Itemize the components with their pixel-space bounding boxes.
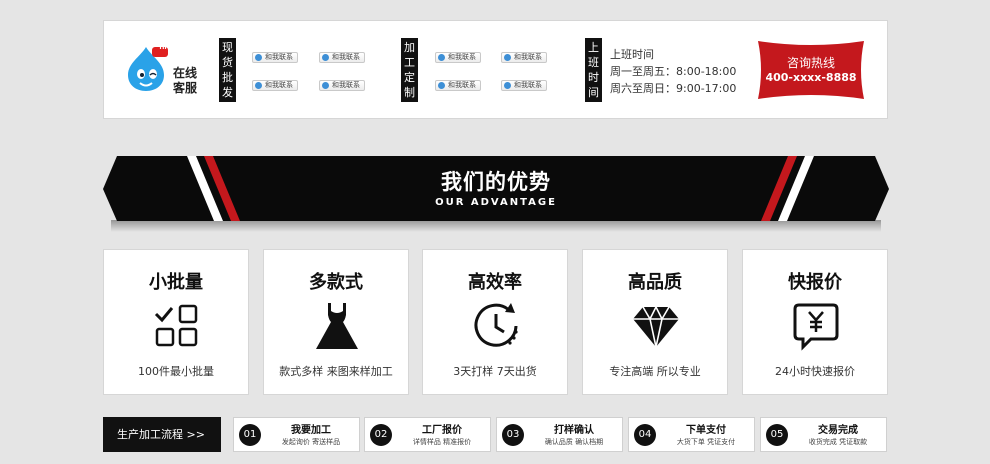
diamond-icon	[633, 305, 679, 348]
yen-chat-icon	[793, 303, 839, 351]
work-hours-label: 上班时间	[585, 38, 602, 102]
clock-icon	[474, 303, 518, 347]
step-title: 我要加工	[291, 425, 331, 436]
hours-weekday: 周一至周五：8:00-18:00	[610, 65, 737, 78]
qq-contact-button[interactable]: 和我联系	[435, 52, 481, 63]
process-step: 01 我要加工 发起询价 寄送样品	[233, 417, 360, 452]
qq-icon	[255, 82, 262, 89]
process-label: 生产加工流程 >>	[103, 417, 221, 452]
feature-card-efficiency: 高效率 3天打样 7天出货	[422, 249, 568, 395]
step-desc: 收货完成 凭证取款	[808, 438, 868, 446]
qq-contact-button[interactable]: 和我联系	[501, 52, 547, 63]
feature-desc: 24小时快速报价	[775, 365, 855, 378]
hours-weekend: 周六至周日：9:00-17:00	[610, 82, 737, 95]
qq-icon	[504, 82, 511, 89]
feature-title: 高品质	[628, 272, 682, 293]
qq-icon	[504, 54, 511, 61]
feature-desc: 专注高端 所以专业	[609, 365, 701, 378]
qq-contact-button[interactable]: 和我联系	[252, 52, 298, 63]
feature-desc: 3天打样 7天出货	[453, 365, 537, 378]
hotline-title: 咨询热线	[786, 56, 835, 70]
step-title: 下单支付	[686, 425, 726, 436]
feature-title: 多款式	[309, 272, 363, 293]
feature-card-quote: 快报价 24小时快速报价	[742, 249, 888, 395]
mascot-badge: HI	[159, 44, 167, 51]
process-step: 02 工厂报价 详情样品 精准报价	[364, 417, 491, 452]
step-number: 04	[634, 424, 656, 446]
qq-icon	[322, 82, 329, 89]
process-step: 03 打样确认 确认品质 确认档期	[496, 417, 623, 452]
qq-icon	[438, 54, 445, 61]
hotline-badge[interactable]: 咨询热线 400-xxxx-8888	[754, 39, 868, 101]
step-desc: 详情样品 精准报价	[412, 438, 472, 446]
step-number: 01	[239, 424, 261, 446]
contact-bar: HI 在线客服 现货批发 和我联系 和我联系 和我联系 和我联系 加工定制 和我…	[103, 20, 888, 119]
step-number: 03	[502, 424, 524, 446]
step-title: 工厂报价	[422, 425, 462, 436]
qq-contact-button[interactable]: 和我联系	[501, 80, 547, 91]
feature-title: 小批量	[149, 272, 203, 293]
step-title: 打样确认	[554, 425, 594, 436]
qq-contact-button[interactable]: 和我联系	[435, 80, 481, 91]
qq-contact-button[interactable]: 和我联系	[319, 52, 365, 63]
hours-title: 上班时间	[610, 48, 654, 61]
feature-card-small-batch: 小批量 100件最小批量	[103, 249, 249, 395]
step-number: 02	[370, 424, 392, 446]
qq-contact-button[interactable]: 和我联系	[319, 80, 365, 91]
online-service-label[interactable]: 在线客服	[173, 66, 203, 96]
qq-icon	[322, 54, 329, 61]
stock-wholesale-label: 现货批发	[219, 38, 236, 102]
banner-subtitle: OUR ADVANTAGE	[435, 197, 557, 208]
qq-icon	[438, 82, 445, 89]
feature-title: 高效率	[468, 272, 522, 293]
qq-contact-button[interactable]: 和我联系	[252, 80, 298, 91]
process-step: 04 下单支付 大货下单 凭证支付	[628, 417, 755, 452]
banner-title: 我们的优势	[441, 170, 551, 194]
advantage-banner: 我们的优势 OUR ADVANTAGE	[101, 154, 891, 234]
step-desc: 大货下单 凭证支付	[676, 438, 736, 446]
step-desc: 确认品质 确认档期	[544, 438, 604, 446]
feature-card-quality: 高品质 专注高端 所以专业	[582, 249, 728, 395]
step-desc: 发起询价 寄送样品	[281, 438, 341, 446]
feature-desc: 100件最小批量	[138, 365, 214, 378]
feature-title: 快报价	[788, 272, 842, 293]
grid-check-icon	[154, 304, 198, 347]
feature-card-styles: 多款式 款式多样 来图来样加工	[263, 249, 409, 395]
qq-icon	[255, 54, 262, 61]
dress-icon	[316, 303, 358, 349]
step-number: 05	[766, 424, 788, 446]
feature-desc: 款式多样 来图来样加工	[279, 365, 393, 378]
custom-processing-label: 加工定制	[401, 38, 418, 102]
process-step: 05 交易完成 收货完成 凭证取款	[760, 417, 887, 452]
hotline-phone: 400-xxxx-8888	[765, 71, 857, 84]
step-title: 交易完成	[818, 425, 858, 436]
